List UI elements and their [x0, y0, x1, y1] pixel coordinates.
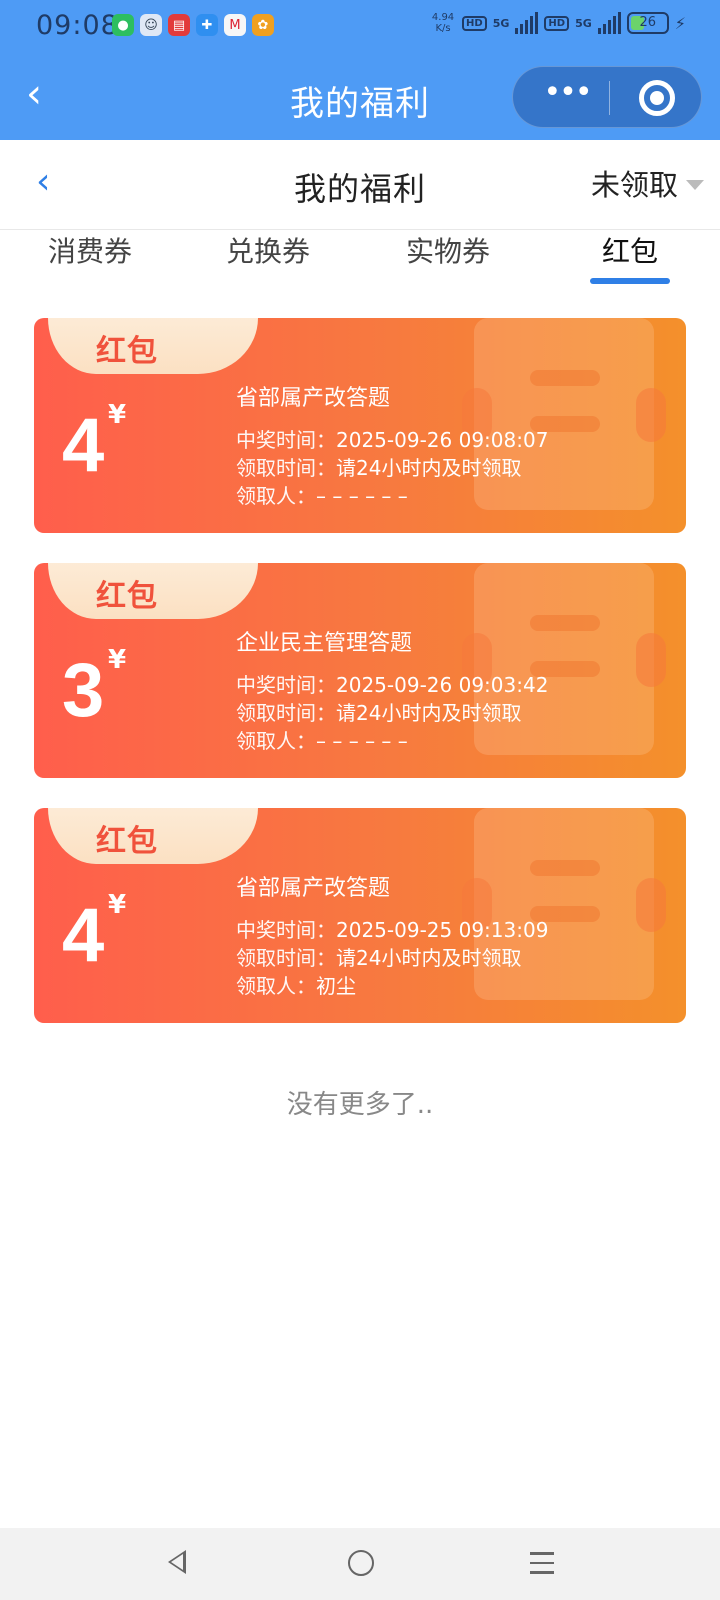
claim-time-row: 领取时间：请24小时内及时领取 — [236, 701, 522, 725]
puzzle-icon: ✚ — [196, 14, 218, 36]
card-info: 企业民主管理答题 中奖时间：2025-09-26 09:03:42 领取时间：请… — [236, 625, 548, 755]
category-tabs: 消费券 兑换券 实物券 红包 — [0, 230, 720, 286]
filter-label: 未领取 — [590, 168, 678, 202]
battery-icon: 26 — [626, 12, 669, 34]
network-speed: 4.94 K/s — [431, 12, 455, 34]
miniapp-nav-bar: ‹ 我的福利 ••• — [0, 56, 720, 140]
claim-time: 请24小时内及时领取 — [336, 946, 522, 970]
status-filter-dropdown[interactable]: 未领取 — [591, 162, 704, 204]
claim-time: 请24小时内及时领取 — [336, 456, 522, 480]
tab-exchange-coupons[interactable]: 兑换券 — [216, 230, 320, 286]
system-back-icon[interactable] — [168, 1550, 186, 1574]
wechat-icon: ● — [112, 14, 134, 36]
currency-symbol: ¥ — [108, 400, 127, 430]
hd-badge: HD — [462, 15, 487, 31]
red-packet-card[interactable]: 红包 4 ¥ 省部属产改答题 中奖时间：2025-09-26 09:08:07 … — [34, 318, 686, 533]
win-time-row: 中奖时间：2025-09-26 09:03:42 — [236, 673, 549, 697]
more-button[interactable]: ••• — [541, 67, 593, 129]
caret-down-icon — [686, 180, 704, 190]
status-indicators: 4.94 K/s HD 5G HD 5G 26 ⚡ — [430, 12, 686, 34]
card-activity-name: 企业民主管理答题 — [236, 631, 413, 656]
network-type: 5G — [492, 16, 510, 30]
status-app-icons: ● ☺ ▤ ✚ M ✿ — [112, 14, 274, 36]
capsule-divider — [609, 81, 610, 115]
win-time: 2025-09-26 09:08:07 — [336, 428, 549, 452]
hd-badge: HD — [544, 15, 570, 31]
red-packet-card[interactable]: 红包 3 ¥ 企业民主管理答题 中奖时间：2025-09-26 09:03:42… — [34, 563, 686, 778]
red-packet-card[interactable]: 红包 4 ¥ 省部属产改答题 中奖时间：2025-09-25 09:13:09 … — [34, 808, 686, 1023]
claimer: – – – – – – — [316, 484, 408, 508]
claimer-row: 领取人：– – – – – – — [236, 484, 408, 508]
card-amount: 3 — [62, 648, 105, 733]
currency-symbol: ¥ — [108, 890, 127, 920]
card-amount: 4 — [62, 403, 105, 488]
claim-time-row: 领取时间：请24小时内及时领取 — [236, 946, 522, 970]
signal-icon — [597, 12, 621, 34]
claimer-row: 领取人：– – – – – – — [236, 729, 408, 753]
card-info: 省部属产改答题 中奖时间：2025-09-25 09:13:09 领取时间：请2… — [236, 870, 548, 1000]
red-packet-list: 红包 4 ¥ 省部属产改答题 中奖时间：2025-09-26 09:08:07 … — [34, 318, 686, 1053]
store-icon: ▤ — [168, 14, 190, 36]
status-time: 09:08 — [36, 10, 119, 41]
no-more-text: 没有更多了.. — [286, 1090, 434, 1120]
card-activity-name: 省部属产改答题 — [236, 386, 391, 411]
win-time: 2025-09-26 09:03:42 — [336, 673, 549, 697]
active-tab-indicator — [590, 278, 670, 284]
contacts-icon: ☺ — [140, 14, 162, 36]
card-amount: 4 — [62, 893, 105, 978]
system-nav-bar — [0, 1528, 720, 1600]
signal-icon — [515, 12, 539, 34]
system-home-icon[interactable] — [348, 1550, 374, 1576]
card-tag: 红包 — [48, 808, 258, 864]
bank-icon: M — [224, 14, 246, 36]
charging-icon: ⚡ — [674, 13, 686, 33]
tab-consumer-coupons[interactable]: 消费券 — [38, 230, 142, 286]
system-menu-icon[interactable] — [530, 1552, 554, 1581]
tab-physical-coupons[interactable]: 实物券 — [396, 230, 500, 286]
miniapp-capsule: ••• — [512, 66, 702, 128]
win-time-row: 中奖时间：2025-09-26 09:08:07 — [236, 428, 549, 452]
card-tag: 红包 — [48, 563, 258, 619]
card-tag: 红包 — [48, 318, 258, 374]
card-activity-name: 省部属产改答题 — [236, 876, 391, 901]
claimer: 初尘 — [316, 974, 356, 998]
close-miniapp-icon[interactable] — [639, 80, 675, 116]
win-time-row: 中奖时间：2025-09-25 09:13:09 — [236, 918, 549, 942]
page-header: ‹ 我的福利 未领取 — [0, 140, 720, 230]
claimer: – – – – – – — [316, 729, 408, 753]
claimer-row: 领取人：初尘 — [236, 974, 356, 998]
currency-symbol: ¥ — [108, 645, 127, 675]
flower-icon: ✿ — [252, 14, 274, 36]
win-time: 2025-09-25 09:13:09 — [336, 918, 549, 942]
status-bar: 09:08 ● ☺ ▤ ✚ M ✿ 4.94 K/s HD 5G HD 5G 2… — [0, 0, 720, 56]
card-info: 省部属产改答题 中奖时间：2025-09-26 09:08:07 领取时间：请2… — [236, 380, 548, 510]
network-type: 5G — [575, 16, 592, 30]
claim-time: 请24小时内及时领取 — [336, 701, 522, 725]
claim-time-row: 领取时间：请24小时内及时领取 — [236, 456, 522, 480]
